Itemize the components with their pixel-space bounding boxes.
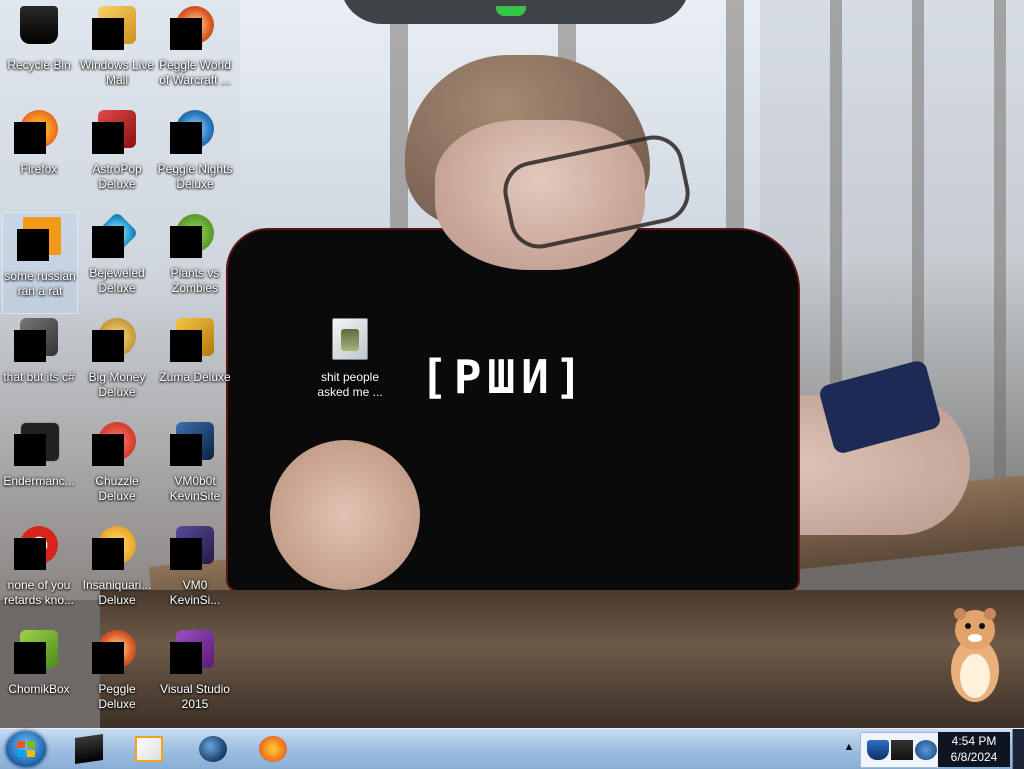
redaction-mask [92,226,124,258]
icon-label: Peggle World of Warcraft ... [159,58,231,87]
taskbar-button-media-player[interactable] [120,732,178,766]
clock-time: 4:54 PM [951,734,997,748]
desktop-icon-endermanch[interactable]: Endermanc... [0,418,78,518]
hamster-mouth [968,634,982,642]
hamster-ear [984,608,996,620]
desktop-icon-peggle-nights-deluxe[interactable]: Peggle Nights Deluxe [156,106,234,206]
hamster-eye [979,623,985,629]
windows-logo-icon [17,741,35,757]
desktop-icon-peggle-world-of-warcraft[interactable]: Peggle World of Warcraft ... [156,2,234,102]
icon-label: Plants vs Zombies [170,266,220,295]
media-player-icon [135,736,163,762]
desktop-icon-plants-vs-zombies[interactable]: Plants vs Zombies [156,210,234,310]
desktop-icon-visual-studio-2015[interactable]: Visual Studio 2015 [156,626,234,726]
desktop-icon-bejeweled-deluxe[interactable]: Bejeweled Deluxe [78,210,156,310]
icon-label: VM0b0t KevinSite [169,474,221,503]
icon-label: some russian ran a rat [4,269,76,298]
taskbar: ▲ 4:54 PM 6/8/2024 [0,728,1024,769]
redaction-mask [14,538,46,570]
wallpaper-desk [100,590,1024,728]
redaction-mask [92,538,124,570]
redaction-mask [92,434,124,466]
desktop-icon-windows-live-mail[interactable]: Windows Live Mail [78,2,156,102]
redaction-mask [170,330,202,362]
redaction-mask [14,642,46,674]
globe-icon [199,736,227,762]
desktop-icon-none-of-you[interactable]: none of you retards kno... [0,522,78,622]
settings-icon[interactable] [915,740,937,760]
icon-label: AstroPop Deluxe [92,162,142,191]
hamster-eye [965,623,971,629]
icon-label: Zuma Deluxe [159,370,231,384]
windows-start-icon[interactable] [6,731,46,767]
taskbar-button-globe[interactable] [184,732,242,766]
terminal-icon [75,734,103,764]
desktop-icon-zuma-deluxe[interactable]: Zuma Deluxe [156,314,234,414]
folder-icon [332,318,368,360]
redaction-mask [170,434,202,466]
top-gadget-indicator [496,6,526,16]
desktop-icon-recycle-bin[interactable]: Recycle Bin [0,2,78,102]
taskbar-button-firefox[interactable] [244,732,302,766]
show-hidden-icons-button[interactable]: ▲ [842,741,856,755]
icon-label: Visual Studio 2015 [160,682,230,711]
icon-label: Bejeweled Deluxe [89,266,145,295]
desktop-icon-vm0b0t-kevinsite[interactable]: VM0b0t KevinSite [156,418,234,518]
desktop-icon-astropop-deluxe[interactable]: AstroPop Deluxe [78,106,156,206]
redaction-mask [170,18,202,50]
icon-label: Peggle Nights Deluxe [157,162,233,191]
system-tray [860,732,940,768]
desktop-icon-vm0-kevinsite[interactable]: VM0 KevinSi... [156,522,234,622]
clock-date: 6/8/2024 [950,750,998,764]
icon-label: Endermanc... [3,474,75,488]
icon-label: ChomikBox [8,682,70,696]
desktop[interactable]: [РШИ] Recycle Bin Firefox some russian r… [0,0,1024,728]
redaction-mask [170,538,202,570]
icon-label: that but its c# [3,370,75,384]
redaction-mask [92,122,124,154]
icon-label: Chuzzle Deluxe [95,474,139,503]
icon-label: Recycle Bin [7,58,71,72]
wallpaper-arm [270,440,420,590]
desktop-icon-insaniquarium-deluxe[interactable]: Insaniquari... Deluxe [78,522,156,622]
icon-label: Peggle Deluxe [98,682,136,711]
icon-label: VM0 KevinSi... [169,578,221,607]
redaction-mask [92,642,124,674]
icon-label: Firefox [20,162,58,176]
redaction-mask [14,434,46,466]
shirt-text: [РШИ] [420,350,589,404]
icon-label: Big Money Deluxe [88,370,146,399]
desktop-icon-some-russian-ran-a-rat[interactable]: some russian ran a rat [2,212,78,314]
show-desktop-button[interactable] [1012,729,1024,769]
redaction-mask [92,18,124,50]
icon-label: Windows Live Mail [79,58,155,87]
redaction-mask [170,226,202,258]
hamster-ear [954,608,966,620]
desktop-icon-peggle-deluxe[interactable]: Peggle Deluxe [78,626,156,726]
security-shield-icon[interactable] [867,740,889,760]
desktop-icon-big-money-deluxe[interactable]: Big Money Deluxe [78,314,156,414]
redaction-mask [14,122,46,154]
icon-label: none of you retards kno... [3,578,75,607]
redaction-mask [14,330,46,362]
hamster-gadget[interactable] [944,606,1006,706]
desktop-icon-chomikbox[interactable]: ChomikBox [0,626,78,726]
taskbar-clock[interactable]: 4:54 PM 6/8/2024 [938,732,1010,767]
redaction-mask [170,642,202,674]
network-icon[interactable] [891,740,913,760]
icon-label: Insaniquari... Deluxe [82,578,152,607]
desktop-icon-chuzzle-deluxe[interactable]: Chuzzle Deluxe [78,418,156,518]
desktop-icon-that-but-its-csharp[interactable]: that but its c# [0,314,78,414]
firefox-icon [259,736,287,762]
redaction-mask [17,229,49,261]
desktop-folder[interactable]: shit people asked me ... [310,316,390,406]
taskbar-button-terminal[interactable] [60,732,118,766]
recycle-bin-icon [20,6,58,44]
redaction-mask [170,122,202,154]
hamster-belly [960,654,990,698]
desktop-icon-firefox[interactable]: Firefox [0,106,78,206]
icon-label: shit people asked me ... [317,370,383,399]
redaction-mask [92,330,124,362]
